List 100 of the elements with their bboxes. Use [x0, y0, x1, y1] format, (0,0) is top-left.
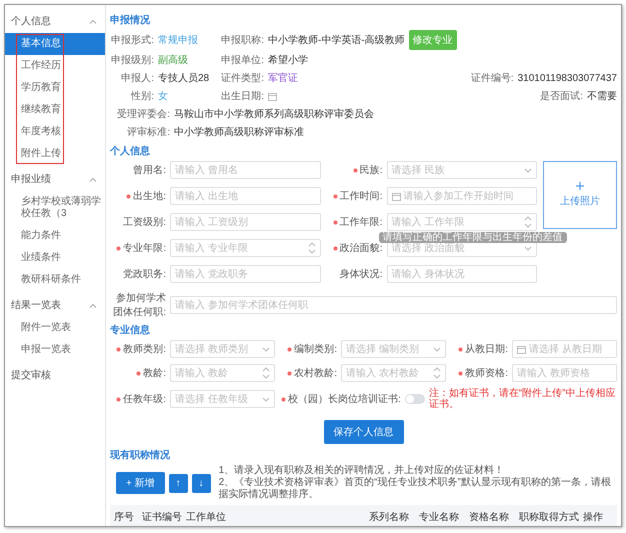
required-icon: [332, 246, 338, 250]
field-label: 教龄:: [110, 366, 166, 380]
column-header: 证书编号: [142, 510, 183, 524]
field-label: 参加何学术团体任何职:: [112, 292, 166, 319]
field-label: 工作年限:: [326, 215, 382, 229]
field-label: 申报人:: [120, 72, 154, 85]
field-label: 申报单位:: [220, 54, 264, 67]
field-label: 编制类别:: [281, 342, 337, 356]
chevron-down-icon: [262, 396, 270, 402]
column-header: 系列名称: [369, 510, 410, 524]
sidebar-item[interactable]: 基本信息: [5, 33, 105, 55]
toggle-switch[interactable]: [404, 394, 425, 404]
field-label: 从教日期:: [452, 342, 508, 356]
field-label: 农村教龄:: [281, 366, 337, 380]
column-header: 专业名称: [419, 510, 460, 524]
note-text: 注：如有证书，请在“附件上传”中上传相应证书。: [428, 388, 616, 410]
sidebar-item[interactable]: 继续教育: [15, 99, 65, 121]
field-label: 身体状况:: [338, 268, 382, 281]
field-label: 申报级别:: [110, 54, 154, 67]
required-icon: [287, 346, 292, 352]
section-title: 专业信息: [110, 324, 151, 337]
spinner-icon: [308, 241, 316, 255]
field-label: 是否面试:: [539, 90, 583, 103]
save-button[interactable]: 保存个人信息: [324, 420, 404, 444]
field-label: 受理评委会:: [116, 108, 170, 121]
field-value: 女: [158, 90, 168, 103]
field-label: 性别:: [130, 90, 154, 103]
column-header: 工作单位: [186, 510, 227, 524]
chevron-down-icon: [524, 168, 532, 172]
add-button[interactable]: + 新增: [116, 472, 165, 494]
chevron-down-icon: [524, 246, 532, 250]
column-header: 序号: [114, 510, 135, 524]
sidebar-item[interactable]: 附件上传: [15, 143, 65, 165]
field-value: 不需要: [587, 90, 617, 103]
required-icon: [281, 396, 286, 402]
move-down-button[interactable]: ↓: [192, 474, 211, 492]
column-header: 职称取得方式: [519, 510, 580, 524]
field-value: 副高级: [158, 54, 188, 67]
edit-major-button[interactable]: 修改专业: [408, 30, 457, 50]
field-label: 任教年级:: [110, 392, 166, 406]
move-up-button[interactable]: ↑: [168, 474, 188, 492]
required-icon: [116, 346, 122, 352]
chevron-down-icon: [433, 346, 441, 352]
sidebar-item[interactable]: 能力条件: [5, 225, 105, 247]
sidebar-item[interactable]: 年度考核: [15, 121, 65, 143]
field-value: 常规申报: [158, 34, 198, 47]
field-label: 证件编号:: [470, 72, 514, 85]
field-label: 工作时间:: [326, 189, 382, 203]
column-header: 操作: [583, 511, 604, 524]
field-label: 教师类别:: [110, 342, 166, 356]
calendar-icon: [517, 344, 526, 354]
sidebar-group[interactable]: 申报业绩: [5, 167, 105, 191]
field-label: 工资级别:: [122, 216, 166, 229]
field-value: 310101198303077437: [518, 72, 617, 84]
field-value: 军官证: [268, 72, 298, 85]
field-value: 中小学教师-中学英语-高级教师: [268, 34, 405, 47]
sidebar-item[interactable]: 学历教育: [15, 77, 65, 99]
chevron-down-icon: [262, 346, 270, 352]
field-value: 中小学教师高级职称评审标准: [174, 126, 304, 139]
column-header: 资格名称: [469, 510, 510, 524]
required-icon: [352, 168, 358, 172]
spinner-icon: [262, 366, 270, 380]
sidebar-group[interactable]: 提交审核: [5, 363, 105, 387]
sidebar-item[interactable]: 乡村学校或薄弱学校任教（3: [5, 191, 105, 225]
field-label: 评审标准:: [126, 126, 170, 139]
required-icon: [332, 194, 338, 198]
caret-icon: [89, 302, 97, 308]
required-icon: [136, 370, 142, 376]
field-label: 政治面貌:: [326, 241, 382, 255]
field-label: 专业年限:: [110, 241, 166, 255]
required-icon: [458, 370, 464, 376]
section-title: 申报情况: [110, 14, 151, 27]
required-icon: [116, 246, 122, 250]
field-label: 出生地:: [110, 189, 166, 203]
required-icon: [332, 220, 338, 224]
required-icon: [287, 370, 292, 376]
field-label: 教师资格:: [452, 366, 508, 380]
required-icon: [126, 194, 132, 198]
section-title: 现有职称情况: [110, 448, 171, 462]
section-title: 个人信息: [110, 144, 151, 158]
field-value: 希望小学: [268, 54, 308, 67]
sidebar-item[interactable]: 附件一览表: [5, 317, 105, 339]
tooltip: 请填写正确的工作年限与出生年份的差值: [378, 232, 566, 243]
upload-photo-button[interactable]: 上传照片: [543, 161, 617, 229]
sidebar-item[interactable]: 教研科研条件: [5, 269, 105, 291]
calendar-icon: [392, 192, 400, 200]
field-label: 校（园）长岗位培训证书:: [281, 392, 401, 406]
spinner-icon: [433, 366, 441, 380]
field-label: 证件类型:: [220, 72, 264, 85]
calendar-icon: [268, 92, 277, 100]
sidebar-group[interactable]: 个人信息: [5, 9, 105, 33]
field-label: 民族:: [326, 163, 382, 177]
sidebar-item[interactable]: 工作经历: [15, 55, 65, 77]
sidebar-item[interactable]: 业绩条件: [5, 247, 105, 269]
field-label: 曾用名:: [132, 164, 166, 177]
plus-icon: [576, 182, 584, 190]
required-icon: [116, 396, 122, 402]
instruction-text: 1、请录入现有职称及相关的评聘情况，并上传对应的佐证材料！: [218, 465, 506, 476]
sidebar-item[interactable]: 申报一览表: [5, 339, 105, 361]
sidebar-group[interactable]: 结果一览表: [5, 293, 105, 317]
